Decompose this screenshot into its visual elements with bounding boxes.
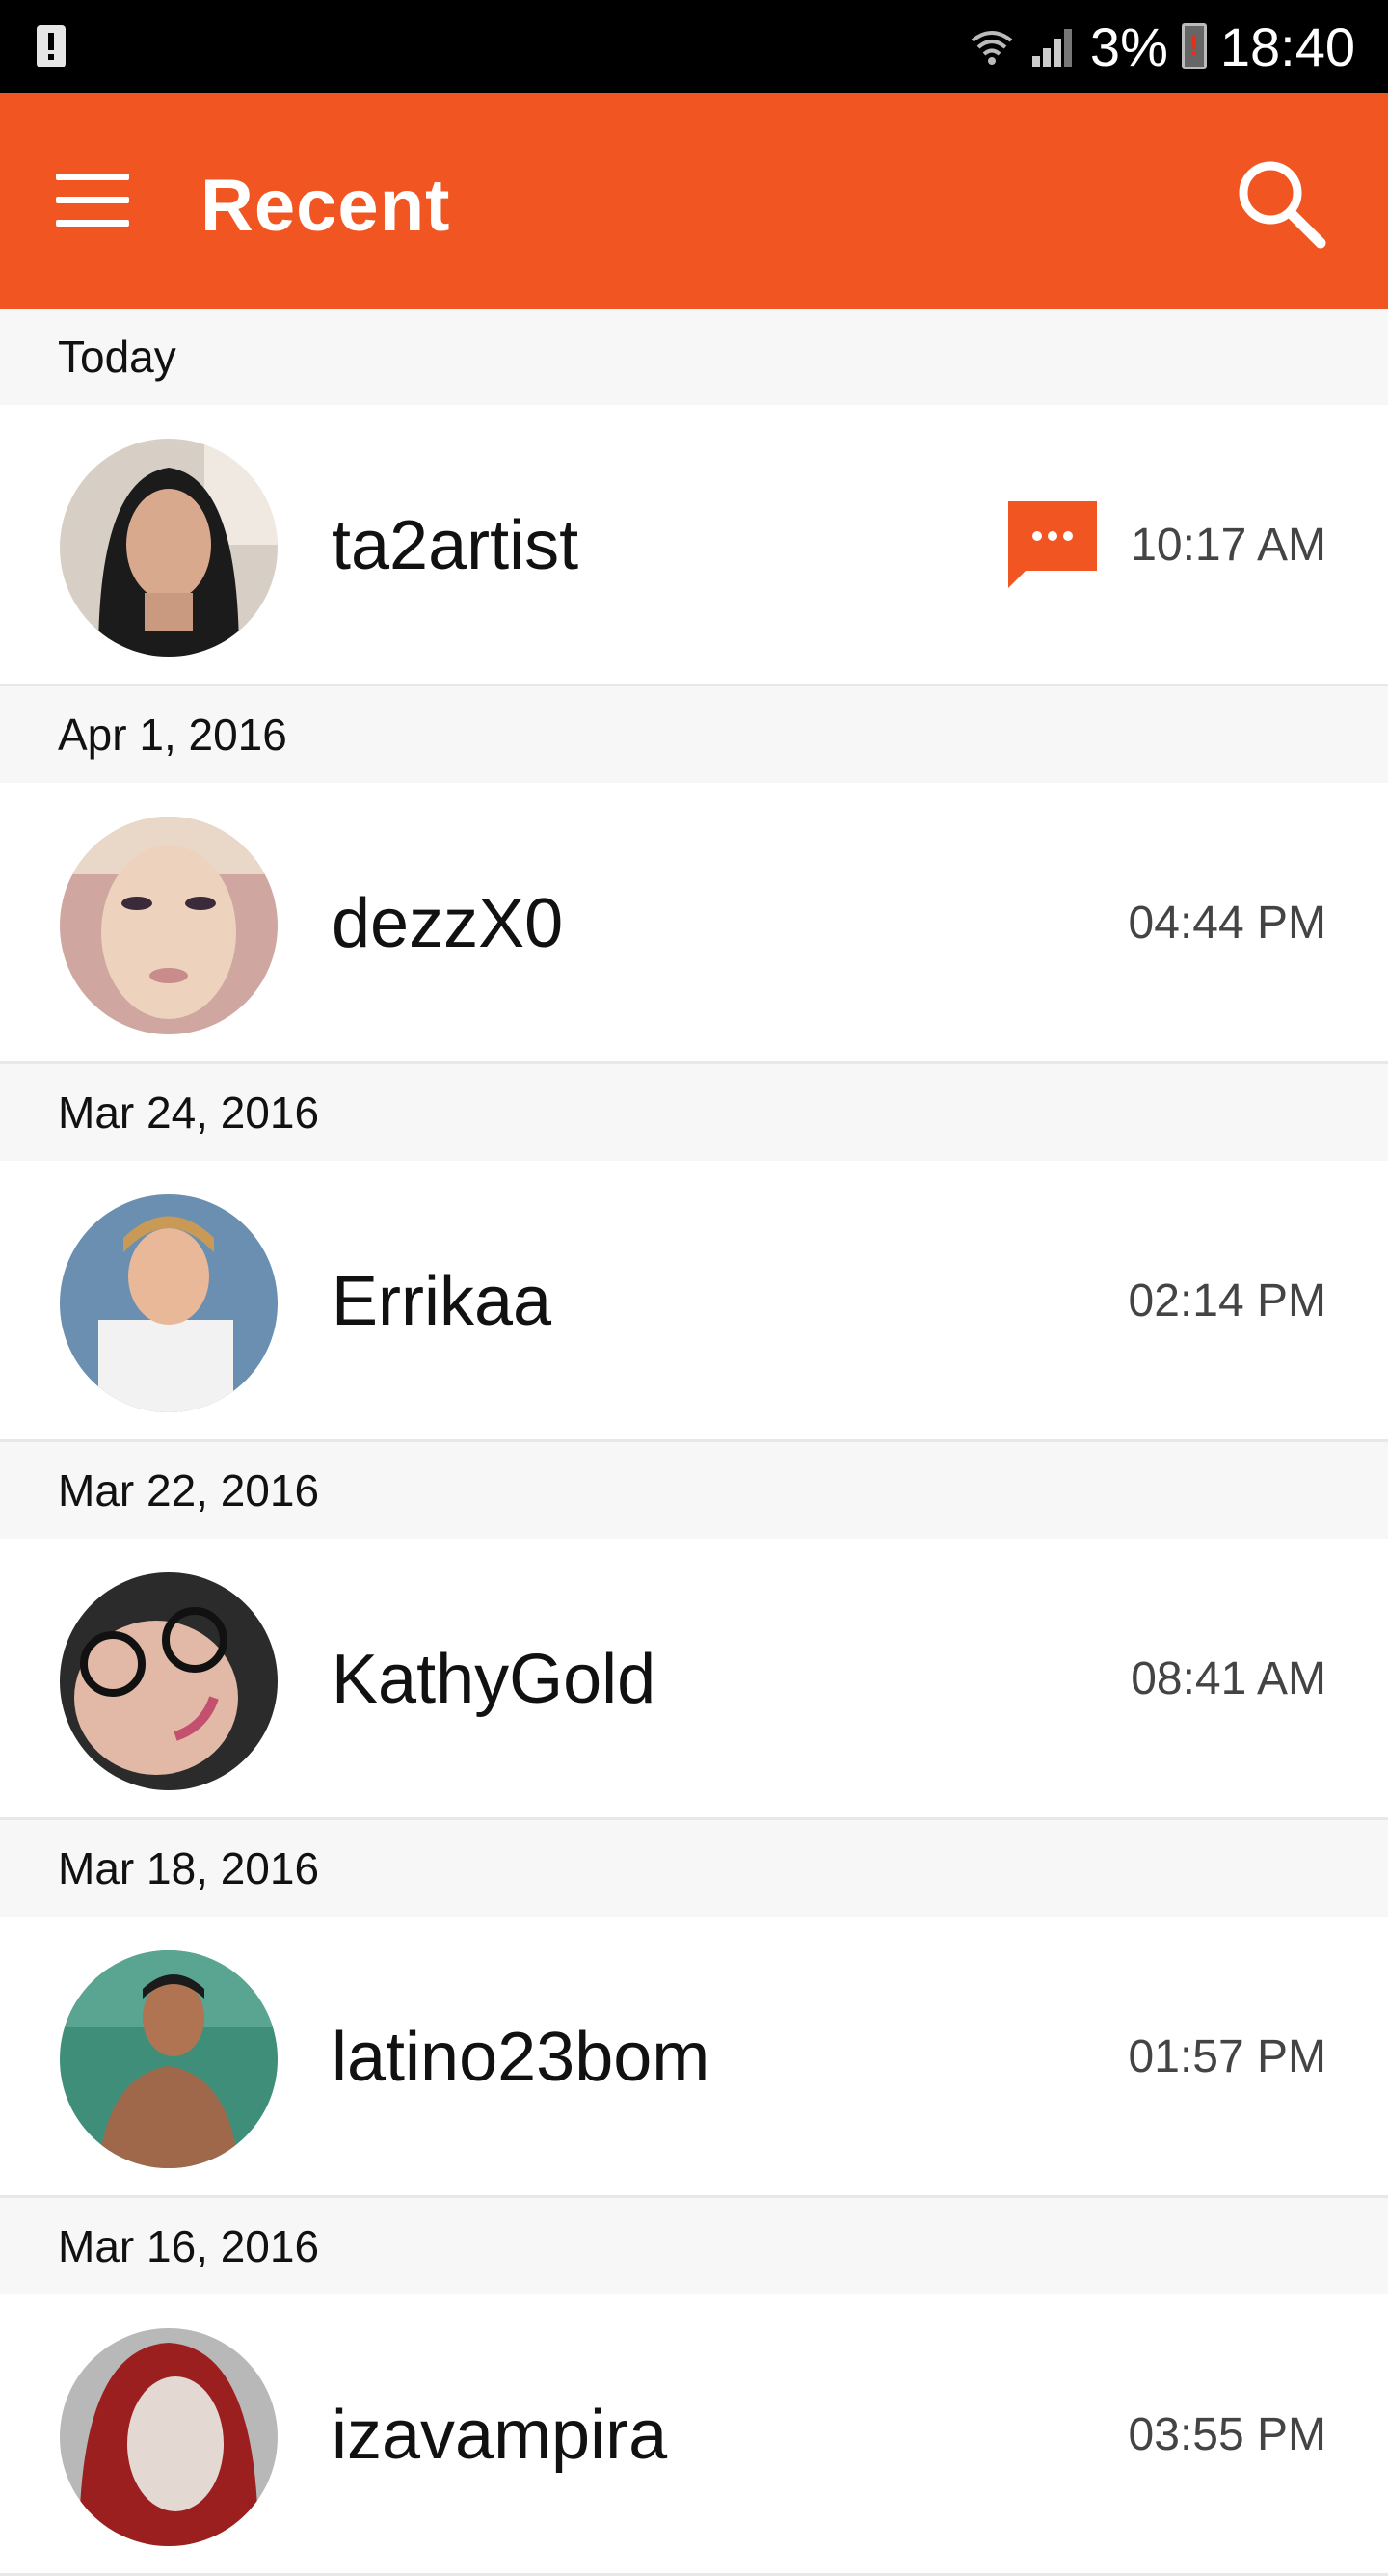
status-right-group: 3% 18:40 <box>969 0 1355 93</box>
username: KathyGold <box>332 1641 656 1718</box>
date-header: Apr 1, 2016 <box>0 686 1388 783</box>
username: izavampira <box>332 2397 668 2474</box>
avatar <box>60 817 278 1034</box>
date-header: Mar 16, 2016 <box>0 2198 1388 2294</box>
wifi-icon <box>971 31 1013 65</box>
battery-percent: 3% <box>1089 15 1168 77</box>
menu-icon[interactable] <box>56 174 129 228</box>
list-item[interactable]: ta2artist 10:17 AM <box>0 405 1388 686</box>
item-time: 03:55 PM <box>1128 2409 1326 2460</box>
date-header: Mar 24, 2016 <box>0 1064 1388 1161</box>
status-time: 18:40 <box>1219 15 1355 77</box>
avatar <box>60 2328 278 2546</box>
list-item[interactable]: latino23bom 01:57 PM <box>0 1917 1388 2198</box>
list-item[interactable]: KathyGold 08:41 AM <box>0 1539 1388 1820</box>
avatar <box>60 1950 278 2168</box>
username: ta2artist <box>332 507 579 584</box>
avatar <box>60 1572 278 1790</box>
item-time: 01:57 PM <box>1128 2031 1326 2082</box>
status-bar: 3% 18:40 <box>0 0 1388 93</box>
item-time: 02:14 PM <box>1128 1275 1326 1327</box>
recent-list: Today ta2artist 10:17 AM Apr 1, 2016 dez… <box>0 309 1388 2576</box>
item-time: 10:17 AM <box>1131 520 1326 571</box>
date-header: Mar 18, 2016 <box>0 1820 1388 1917</box>
search-icon[interactable] <box>1232 154 1328 251</box>
list-item[interactable]: dezzX0 04:44 PM <box>0 783 1388 1064</box>
avatar <box>60 1194 278 1412</box>
list-item[interactable]: Errikaa 02:14 PM <box>0 1161 1388 1442</box>
page-title: Recent <box>200 165 451 247</box>
username: latino23bom <box>332 2019 710 2096</box>
signal-icon <box>1031 29 1072 67</box>
item-time: 08:41 AM <box>1131 1653 1326 1704</box>
username: Errikaa <box>332 1263 552 1340</box>
date-header: Today <box>0 309 1388 405</box>
list-item[interactable]: izavampira 03:55 PM <box>0 2294 1388 2576</box>
username: dezzX0 <box>332 885 564 962</box>
item-time: 04:44 PM <box>1128 898 1326 949</box>
date-header: Mar 22, 2016 <box>0 1442 1388 1539</box>
battery-low-icon <box>1181 23 1207 69</box>
chat-bubble-icon[interactable] <box>1004 497 1101 590</box>
notification-alert-icon <box>37 25 66 67</box>
avatar <box>60 439 278 657</box>
